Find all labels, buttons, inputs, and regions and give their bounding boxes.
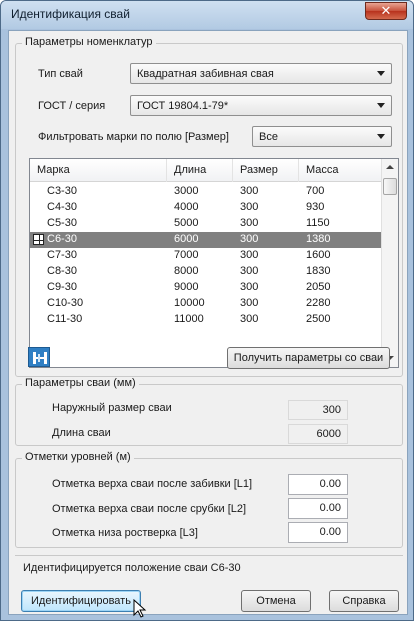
identify-button[interactable]: Идентифицировать — [21, 590, 141, 612]
filter-select[interactable]: Все — [252, 126, 392, 147]
grid-cursor-icon — [33, 234, 44, 245]
table-cell: 3000 — [174, 185, 199, 197]
column-header-size[interactable]: Размер — [233, 159, 299, 182]
chevron-down-icon — [377, 103, 385, 108]
table-cell: 8000 — [174, 265, 199, 277]
nomenclature-group-label: Параметры номенклатур — [22, 36, 156, 48]
length-label: Длина сваи — [52, 427, 111, 439]
table-cell: 2280 — [306, 297, 331, 309]
table-cell: 300 — [240, 265, 259, 277]
gost-select[interactable]: ГОСТ 19804.1-79* — [130, 95, 392, 116]
table-cell: 300 — [240, 217, 259, 229]
table-row[interactable]: С9-30 9000 300 2050 — [30, 280, 382, 296]
grillage-bottom-label: Отметка низа ростверка [L3] — [52, 527, 198, 539]
table-cell: 700 — [306, 185, 325, 197]
table-cell: 1600 — [306, 249, 331, 261]
table-cell: 300 — [240, 185, 259, 197]
table-cell: 5000 — [174, 217, 199, 229]
filter-value: Все — [259, 131, 278, 143]
title-bar[interactable]: Идентификация свай ✕ — [1, 1, 413, 29]
pile-type-label: Тип свай — [38, 68, 83, 80]
dialog-window: Идентификация свай ✕ Параметры номенклат… — [0, 0, 414, 621]
table-cell: 6000 — [174, 233, 199, 245]
cancel-button[interactable]: Отмена — [241, 590, 311, 612]
table-cell: 930 — [306, 201, 325, 213]
window-title: Идентификация свай — [11, 7, 130, 21]
column-header-length[interactable]: Длина — [167, 159, 233, 182]
table-cell: С9-30 — [47, 281, 77, 293]
table-cell: С11-30 — [47, 313, 83, 325]
logo-glyph-icon — [33, 352, 47, 364]
table-cell: 300 — [240, 201, 259, 213]
scroll-up-button[interactable] — [382, 159, 398, 176]
outer-size-label: Наружный размер сваи — [52, 402, 172, 414]
table-row[interactable]: С6-30 6000 300 1380 — [30, 232, 382, 248]
table-row[interactable]: С11-30 11000 300 2500 — [30, 312, 382, 328]
table-cell: 1150 — [306, 217, 330, 229]
top-after-driving-label: Отметка верха сваи после забивки [L1] — [52, 478, 253, 490]
scroll-thumb[interactable] — [383, 178, 397, 195]
table-row[interactable]: С8-30 8000 300 1830 — [30, 264, 382, 280]
table-row[interactable]: С10-30 10000 300 2280 — [30, 296, 382, 312]
outer-size-field: 300 — [288, 400, 348, 420]
pile-marks-table[interactable]: Марка Длина Размер Масса С3-30 3000 300 700… — [29, 158, 399, 368]
close-button[interactable]: ✕ — [365, 2, 407, 20]
table-row[interactable]: С7-30 7000 300 1600 — [30, 248, 382, 264]
table-cell: С10-30 — [47, 297, 84, 309]
table-cell: 2500 — [306, 313, 331, 325]
table-row[interactable]: С3-30 3000 300 700 — [30, 184, 382, 200]
column-header-mark[interactable]: Марка — [30, 159, 167, 182]
dialog-client-area: Параметры номенклатур Тип свай Квадратна… — [8, 30, 408, 618]
levels-group-label: Отметки уровней (м) — [22, 451, 134, 463]
table-cell: С8-30 — [47, 265, 77, 277]
top-after-cutting-input[interactable]: 0.00 — [288, 498, 348, 519]
length-field: 6000 — [288, 424, 348, 444]
table-cell: 1380 — [306, 233, 331, 245]
table-cell: С7-30 — [47, 249, 77, 261]
get-params-from-pile-button[interactable]: Получить параметры со сваи — [227, 347, 390, 369]
table-cell: С4-30 — [47, 201, 77, 213]
table-cell: 300 — [240, 313, 259, 325]
pile-params-group-label: Параметры сваи (мм) — [22, 377, 139, 389]
filter-label: Фильтровать марки по полю [Размер] — [38, 131, 229, 143]
help-button[interactable]: Справка — [329, 590, 399, 612]
table-cell: 11000 — [174, 313, 204, 325]
table-cell: С6-30 — [47, 233, 77, 245]
table-cell: 1830 — [306, 265, 331, 277]
top-after-cutting-label: Отметка верха сваи после срубки [L2] — [52, 503, 247, 515]
table-row[interactable]: С4-30 4000 300 930 — [30, 200, 382, 216]
pile-type-select[interactable]: Квадратная забивная свая — [130, 63, 392, 84]
table-cell: 10000 — [174, 297, 205, 309]
table-cell: 4000 — [174, 201, 199, 213]
table-cell: 7000 — [174, 249, 199, 261]
table-cell: 2050 — [306, 281, 331, 293]
app-logo-icon[interactable] — [28, 347, 50, 367]
gost-value: ГОСТ 19804.1-79* — [137, 100, 229, 112]
chevron-down-icon — [377, 134, 385, 139]
table-cell: 300 — [240, 233, 259, 245]
mouse-cursor-icon — [133, 599, 147, 618]
chevron-down-icon — [377, 71, 385, 76]
table-vertical-scrollbar[interactable] — [381, 159, 398, 367]
table-cell: 300 — [240, 281, 259, 293]
table-cell: 300 — [240, 249, 259, 261]
column-header-mass[interactable]: Масса — [299, 159, 382, 182]
table-cell: С3-30 — [47, 185, 77, 197]
table-cell: 9000 — [174, 281, 199, 293]
table-row[interactable]: С5-30 5000 300 1150 — [30, 216, 382, 232]
pile-type-value: Квадратная забивная свая — [137, 68, 274, 80]
gost-label: ГОСТ / серия — [38, 100, 106, 112]
table-cell: С5-30 — [47, 217, 77, 229]
arrow-up-icon — [386, 165, 394, 169]
table-cell: 300 — [240, 297, 259, 309]
status-text: Идентифицируется положение сваи С6-30 — [23, 562, 241, 574]
table-header: Марка Длина Размер Масса — [30, 159, 382, 182]
top-after-driving-input[interactable]: 0.00 — [288, 474, 348, 495]
grillage-bottom-input[interactable]: 0.00 — [288, 522, 348, 543]
